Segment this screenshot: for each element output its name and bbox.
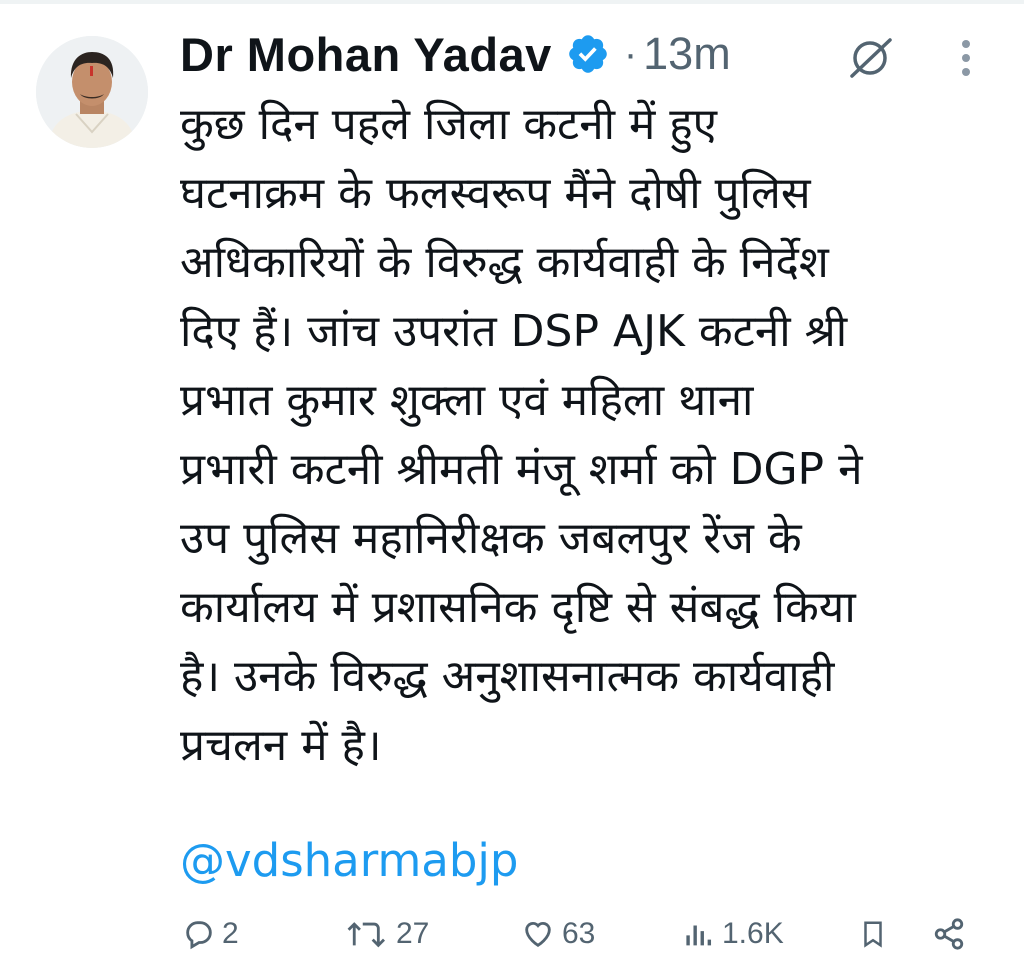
repost-button[interactable]: 27 (344, 917, 429, 951)
tweet-header: Dr Mohan Yadav · 13m (180, 22, 731, 86)
author-name[interactable]: Dr Mohan Yadav (180, 27, 552, 82)
timestamp[interactable]: 13m (643, 28, 731, 80)
tweet-text-line: प्रभारी कटनी श्रीमती मंजू शर्मा को DGP न… (180, 444, 863, 495)
views-icon (686, 925, 712, 946)
bookmark-icon (864, 921, 882, 948)
tweet-text-line: कुछ दिन पहले जिला कटनी में हुए (180, 99, 717, 150)
verified-badge-icon (569, 35, 607, 73)
tweet-text-line: उप पुलिस महानिरीक्षक जबलपुर रेंज के (180, 513, 802, 564)
tweet-text-line: घटनाक्रम के फलस्वरूप मैंने दोषी पुलिस (180, 168, 811, 219)
share-button[interactable] (932, 917, 972, 951)
tweet-text: कुछ दिन पहले जिला कटनी में हुए घटनाक्रम … (180, 90, 1010, 780)
tweet-text-line: प्रभात कुमार शुक्ला एवं महिला थाना (180, 375, 754, 426)
repost-count: 27 (396, 917, 430, 950)
separator-dot: · (623, 31, 638, 76)
views-button[interactable]: 1.6K (680, 917, 784, 951)
action-bar: 2 27 63 1.6K (0, 905, 1024, 965)
divider (0, 0, 1024, 4)
heart-icon (525, 922, 551, 948)
mention-link[interactable]: @vdsharmabjp (180, 826, 519, 895)
views-count: 1.6K (722, 917, 784, 950)
bookmark-button[interactable] (858, 917, 894, 951)
tweet-text-line: है। उनके विरुद्ध अनुशासनात्मक कार्यवाही (180, 651, 835, 702)
profile-photo-icon (36, 36, 148, 148)
more-options-icon[interactable] (952, 36, 980, 80)
repost-icon (347, 922, 386, 948)
reply-icon (186, 921, 212, 950)
share-icon (934, 918, 964, 950)
like-button[interactable]: 63 (520, 917, 595, 951)
tweet[interactable]: Dr Mohan Yadav · 13m कुछ दिन पहले जिला क… (0, 0, 1024, 950)
reply-button[interactable]: 2 (182, 917, 239, 951)
avatar[interactable] (36, 36, 148, 148)
like-count: 63 (562, 917, 596, 950)
tweet-text-line: कार्यालय में प्रशासनिक दृष्टि से संबद्ध … (180, 582, 856, 633)
tweet-text-line: प्रचलन में है। (180, 720, 382, 771)
reply-count: 2 (222, 917, 239, 950)
grok-icon[interactable] (846, 36, 898, 80)
tweet-text-line: अधिकारियों के विरुद्ध कार्यवाही के निर्द… (180, 237, 829, 288)
tweet-text-line: दिए हैं। जांच उपरांत DSP AJK कटनी श्री (180, 306, 848, 357)
